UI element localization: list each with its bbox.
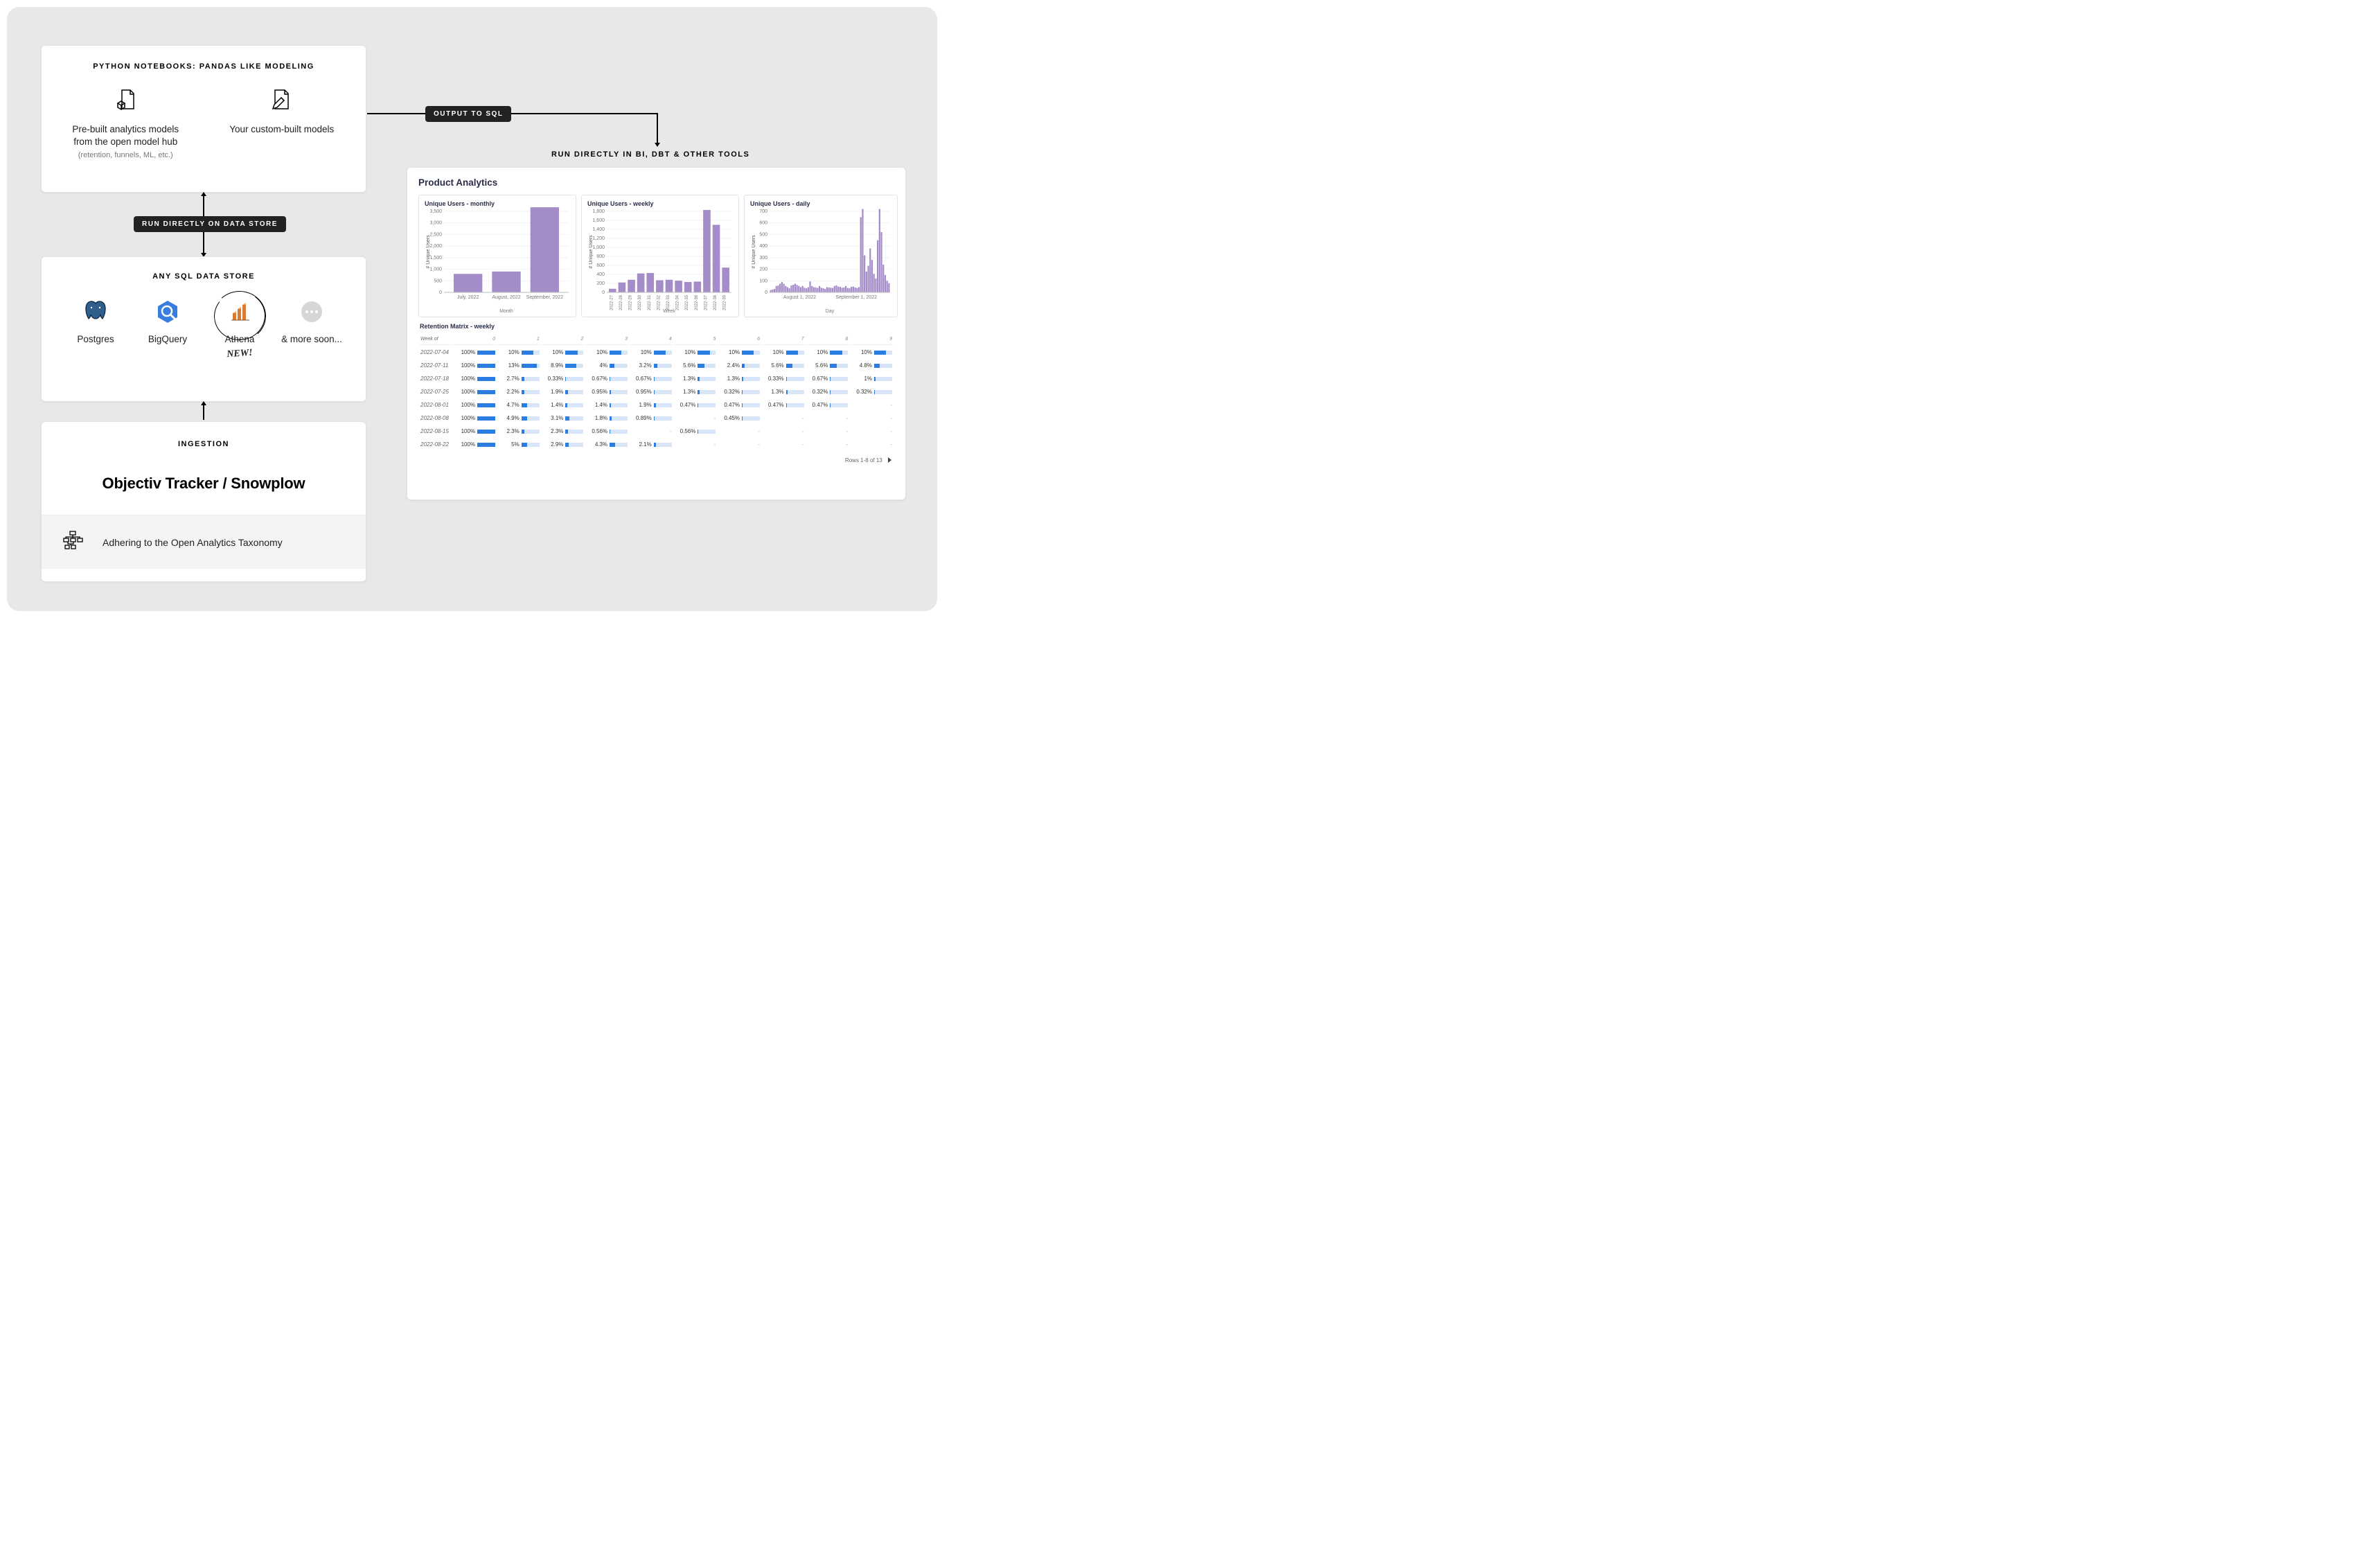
datastore-athena-label: Athena: [225, 334, 255, 344]
svg-text:3,500: 3,500: [429, 209, 442, 214]
svg-text:1,600: 1,600: [592, 218, 605, 223]
bi-section-title: RUN DIRECTLY IN BI, DBT & OTHER TOOLS: [551, 150, 749, 159]
taxonomy-text: Adhering to the Open Analytics Taxonomy: [103, 537, 283, 548]
svg-text:0: 0: [439, 290, 442, 295]
svg-text:# Unique Users: # Unique Users: [426, 235, 431, 269]
bigquery-icon: [132, 296, 204, 327]
notebooks-title: PYTHON NOTEBOOKS: PANDAS LIKE MODELING: [60, 62, 348, 71]
svg-text:August, 2022: August, 2022: [492, 295, 520, 300]
datastore-more-label: & more soon...: [281, 334, 342, 344]
datastore-bigquery-label: BigQuery: [148, 334, 187, 344]
notebook-prebuilt-line2: from the open model hub: [73, 136, 177, 147]
datastore-postgres: Postgres: [60, 296, 132, 344]
svg-text:Day: Day: [826, 309, 835, 314]
more-icon: [276, 296, 348, 327]
svg-text:600: 600: [596, 263, 605, 268]
document-pencil-icon: [216, 86, 348, 115]
rows-pagination[interactable]: Rows 1-8 of 13: [418, 457, 894, 464]
svg-text:200: 200: [759, 267, 767, 272]
svg-text:400: 400: [759, 244, 767, 249]
datastore-postgres-label: Postgres: [77, 334, 114, 344]
svg-text:100: 100: [759, 279, 767, 283]
svg-text:0: 0: [765, 290, 767, 295]
svg-text:2022-32: 2022-32: [657, 294, 661, 310]
notebook-custom-label: Your custom-built models: [216, 123, 348, 136]
bi-dashboard-card: Product Analytics Unique Users - monthly…: [407, 167, 906, 500]
document-cubes-icon: [60, 86, 192, 115]
svg-text:200: 200: [596, 281, 605, 286]
svg-text:September, 2022: September, 2022: [526, 295, 563, 300]
retention-title: Retention Matrix - weekly: [420, 323, 893, 330]
svg-text:2,500: 2,500: [429, 232, 442, 237]
datastore-more: & more soon...: [276, 296, 348, 344]
svg-text:1,800: 1,800: [592, 209, 605, 214]
svg-text:500: 500: [759, 232, 767, 237]
arrow-output-sql-v: [657, 113, 658, 143]
notebook-prebuilt: Pre-built analytics models from the open …: [60, 86, 192, 159]
chart-monthly-title: Unique Users - monthly: [425, 200, 570, 207]
svg-text:2022-35: 2022-35: [685, 294, 689, 310]
svg-text:0: 0: [602, 290, 605, 295]
athena-icon: [204, 296, 276, 327]
svg-text:1,500: 1,500: [429, 256, 442, 261]
svg-text:1,200: 1,200: [592, 236, 605, 241]
notebook-prebuilt-line1: Pre-built analytics models: [72, 124, 179, 134]
chart-daily-title: Unique Users - daily: [750, 200, 891, 207]
taxonomy-tree-icon: [62, 531, 83, 554]
chart-monthly: Unique Users - monthly 0 500 1,000 1,500 2,0…: [418, 195, 576, 317]
datastore-athena: Athena NEW!: [204, 296, 276, 344]
chart-weekly-title: Unique Users - weekly: [587, 200, 733, 207]
svg-text:2022-31: 2022-31: [648, 294, 652, 310]
svg-text:2022-30: 2022-30: [638, 294, 642, 310]
svg-text:2022-38: 2022-38: [713, 294, 718, 310]
svg-text:2022-29: 2022-29: [629, 294, 633, 310]
svg-text:September 1, 2022: September 1, 2022: [836, 295, 878, 300]
svg-text:2022-36: 2022-36: [695, 294, 699, 310]
svg-text:2022-33: 2022-33: [666, 294, 671, 310]
svg-text:2022-34: 2022-34: [676, 294, 680, 310]
svg-text:1,000: 1,000: [592, 245, 605, 250]
svg-text:2022-39: 2022-39: [723, 294, 727, 310]
label-output-sql: OUTPUT TO SQL: [425, 106, 511, 122]
svg-text:300: 300: [759, 256, 767, 261]
svg-text:800: 800: [596, 254, 605, 259]
arrow-ingestion-datastore: [203, 405, 204, 420]
datastore-card: ANY SQL DATA STORE Postgres BigQuery: [41, 256, 366, 402]
svg-text:600: 600: [759, 221, 767, 226]
svg-text:# Unique Users: # Unique Users: [752, 235, 756, 269]
svg-text:August 1, 2022: August 1, 2022: [783, 295, 816, 300]
next-page-icon[interactable]: [888, 457, 891, 463]
svg-text:Month: Month: [499, 309, 513, 314]
arrow-output-sql-h: [367, 113, 658, 114]
svg-text:500: 500: [434, 279, 442, 283]
chart-daily: Unique Users - daily 0 100 200 300 400 500 600…: [744, 195, 898, 317]
datastore-new-badge: NEW!: [227, 348, 253, 361]
postgres-icon: [60, 296, 132, 327]
svg-text:1,000: 1,000: [429, 267, 442, 272]
svg-text:400: 400: [596, 272, 605, 277]
label-run-on-store: RUN DIRECTLY ON DATA STORE: [134, 216, 286, 232]
datastore-bigquery: BigQuery: [132, 296, 204, 344]
ingestion-card: INGESTION Objectiv Tracker / Snowplow Ad…: [41, 421, 366, 582]
svg-text:July, 2022: July, 2022: [457, 295, 479, 300]
chart-weekly: Unique Users - weekly 0 200 400 600 800 1,000…: [581, 195, 739, 317]
svg-text:Week: Week: [663, 309, 675, 314]
notebook-custom: Your custom-built models: [216, 86, 348, 159]
ingestion-name: Objectiv Tracker / Snowplow: [62, 475, 345, 493]
svg-text:2022-37: 2022-37: [704, 294, 708, 310]
svg-text:1,400: 1,400: [592, 227, 605, 232]
svg-text:2022-28: 2022-28: [619, 294, 623, 310]
notebooks-card: PYTHON NOTEBOOKS: PANDAS LIKE MODELING P…: [41, 45, 366, 193]
datastore-title: ANY SQL DATA STORE: [60, 272, 348, 281]
notebook-prebuilt-sub: (retention, funnels, ML, etc.): [60, 151, 192, 159]
retention-table: Week of01234567892022-07-04100%10%10%10%…: [418, 333, 894, 452]
svg-text:3,000: 3,000: [429, 221, 442, 226]
svg-text:# Unique Users: # Unique Users: [589, 235, 594, 269]
dashboard-title: Product Analytics: [418, 177, 894, 188]
svg-text:2022-27: 2022-27: [610, 294, 614, 310]
svg-text:2,000: 2,000: [429, 244, 442, 249]
rows-footer-text: Rows 1-8 of 13: [845, 457, 882, 464]
ingestion-title: INGESTION: [62, 440, 345, 448]
svg-text:700: 700: [759, 209, 767, 214]
